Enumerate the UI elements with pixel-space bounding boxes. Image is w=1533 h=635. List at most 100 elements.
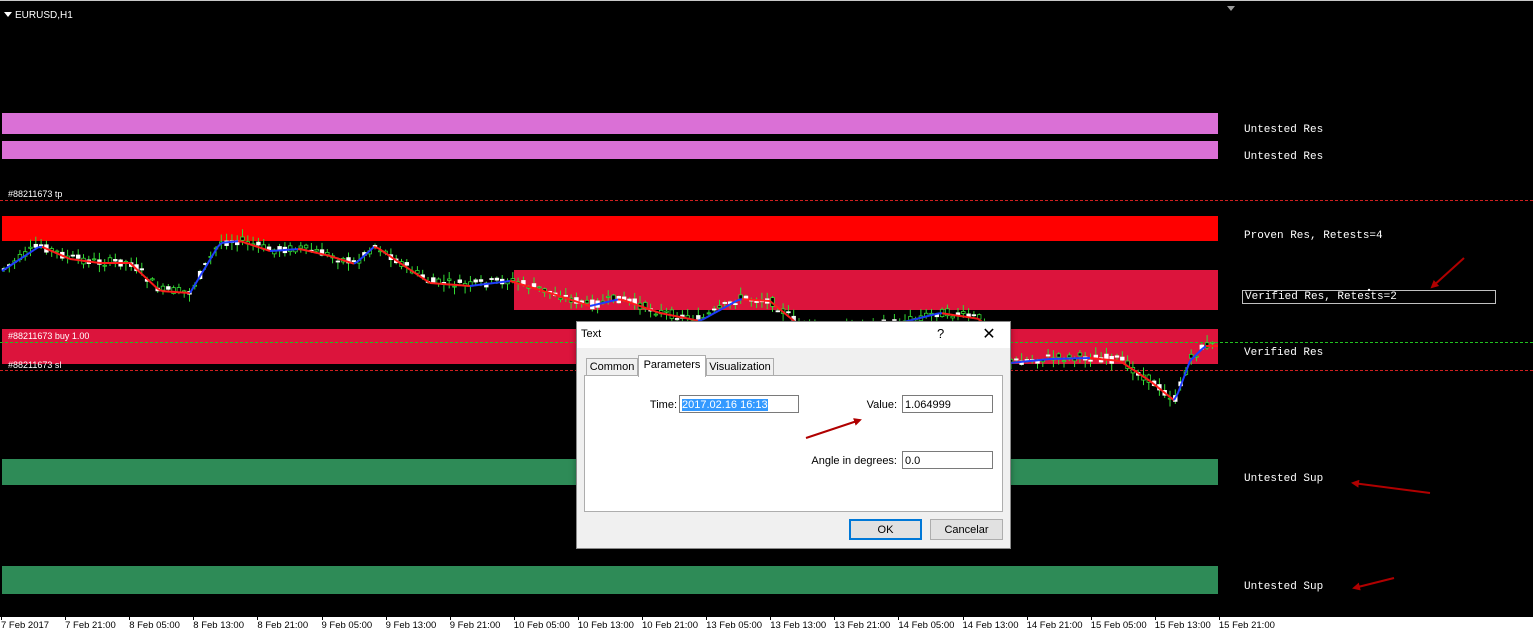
moving-average-segment [638, 305, 642, 306]
close-icon[interactable]: ✕ [977, 324, 1001, 346]
moving-average-segment [946, 314, 950, 315]
time-tick-label: 10 Feb 21:00 [642, 620, 698, 631]
time-tick-label: 14 Feb 13:00 [963, 620, 1019, 631]
candle-body [951, 316, 955, 318]
moving-average-segment [70, 259, 74, 260]
moving-average-segment [670, 315, 674, 316]
candle-body [458, 280, 462, 283]
value-field[interactable]: 1.064999 [902, 395, 993, 413]
moving-average-segment [506, 281, 510, 282]
time-tick-label: 9 Feb 21:00 [450, 620, 501, 631]
angle-label: Angle in degrees: [785, 455, 897, 467]
candle-body [29, 247, 33, 248]
moving-average-segment [1198, 349, 1202, 353]
dialog-titlebar[interactable]: Text ? ✕ [577, 322, 1010, 348]
moving-average-segment [254, 246, 258, 247]
time-tick-label: 15 Feb 13:00 [1155, 620, 1211, 631]
zone-label-verified-res-2[interactable]: Verified Res, Retests=2 [1242, 290, 1496, 304]
candle-body [257, 242, 261, 245]
moving-average-segment [250, 244, 254, 245]
moving-average-segment [338, 259, 342, 260]
candle-body [490, 279, 494, 280]
candle-body [315, 249, 319, 251]
candle-body [479, 280, 483, 282]
moving-average-segment [330, 256, 334, 257]
moving-average-segment [86, 261, 90, 262]
moving-average-segment [530, 287, 534, 288]
moving-average-segment [570, 300, 574, 301]
candle-body [723, 302, 727, 303]
zone-label-untested-sup-2[interactable]: Untested Sup [1244, 581, 1323, 593]
moving-average-segment [374, 247, 378, 248]
moving-average-segment [478, 285, 482, 286]
moving-average-segment [642, 307, 646, 308]
moving-average-segment [518, 283, 522, 284]
moving-average-segment [658, 312, 662, 313]
time-tick-label: 10 Feb 05:00 [514, 620, 570, 631]
moving-average-segment [654, 311, 658, 312]
time-tick-label: 9 Feb 13:00 [386, 620, 437, 631]
moving-average-segment [634, 304, 638, 305]
moving-average-segment [322, 254, 326, 255]
time-tick-mark [450, 617, 451, 620]
moving-average-segment [78, 260, 82, 261]
candle-body [352, 261, 356, 262]
angle-field[interactable]: 0.0 [902, 451, 993, 469]
candle-body [787, 312, 791, 313]
moving-average-segment [422, 278, 426, 281]
moving-average-segment [582, 303, 586, 304]
moving-average-segment [90, 262, 94, 263]
moving-average-segment [546, 292, 550, 293]
candle-body [167, 287, 171, 290]
tab-common[interactable]: Common [586, 358, 638, 376]
time-tick-label: 10 Feb 13:00 [578, 620, 634, 631]
time-field[interactable]: 2017.02.16 16:13 [679, 395, 799, 413]
moving-average-segment [1186, 361, 1190, 372]
zone-label-untested-res-2[interactable]: Untested Res [1244, 151, 1323, 163]
moving-average-segment [334, 257, 338, 258]
moving-average-segment [538, 289, 542, 290]
tab-parameters[interactable]: Parameters [638, 355, 706, 377]
time-tick-label: 7 Feb 21:00 [65, 620, 116, 631]
moving-average-segment [94, 262, 98, 263]
zone-label-untested-res-1[interactable]: Untested Res [1244, 124, 1323, 136]
moving-average-segment [386, 253, 390, 256]
candle-body [114, 259, 118, 261]
time-tick-mark [514, 617, 515, 620]
candle-body [1015, 359, 1019, 360]
moving-average-segment [578, 302, 582, 303]
candle-body [299, 246, 303, 248]
moving-average-segment [502, 282, 506, 283]
candle-body [71, 255, 75, 256]
candle-body [776, 311, 780, 312]
moving-average-segment [266, 250, 270, 251]
cancel-button[interactable]: Cancelar [930, 519, 1003, 540]
moving-average-segment [678, 317, 682, 318]
time-value: 2017.02.16 16:13 [682, 399, 768, 411]
moving-average-segment [590, 305, 594, 306]
candle-body [1211, 342, 1215, 343]
time-tick-label: 15 Feb 21:00 [1219, 620, 1275, 631]
zone-label-untested-sup-1[interactable]: Untested Sup [1244, 473, 1323, 485]
time-tick-label: 8 Feb 05:00 [129, 620, 180, 631]
time-tick-mark [706, 617, 707, 620]
time-tick-mark [1, 617, 2, 620]
moving-average-segment [682, 317, 686, 318]
zone-label-proven-res[interactable]: Proven Res, Retests=4 [1244, 230, 1383, 242]
candle-body [665, 311, 669, 312]
moving-average-segment [718, 309, 722, 311]
candle-body [76, 255, 80, 258]
candle-body [522, 280, 526, 284]
moving-average-segment [1122, 362, 1126, 365]
moving-average-segment [922, 317, 926, 318]
time-tick-mark [1219, 617, 1220, 620]
time-tick-mark [386, 617, 387, 620]
time-tick-mark [65, 617, 66, 620]
ok-button[interactable]: OK [849, 519, 922, 540]
moving-average-segment [598, 303, 602, 304]
candle-body [39, 245, 43, 246]
help-button[interactable]: ? [937, 326, 944, 341]
time-tick-mark [1027, 617, 1028, 620]
zone-label-verified-res[interactable]: Verified Res [1244, 347, 1323, 359]
tab-visualization[interactable]: Visualization [706, 358, 774, 376]
